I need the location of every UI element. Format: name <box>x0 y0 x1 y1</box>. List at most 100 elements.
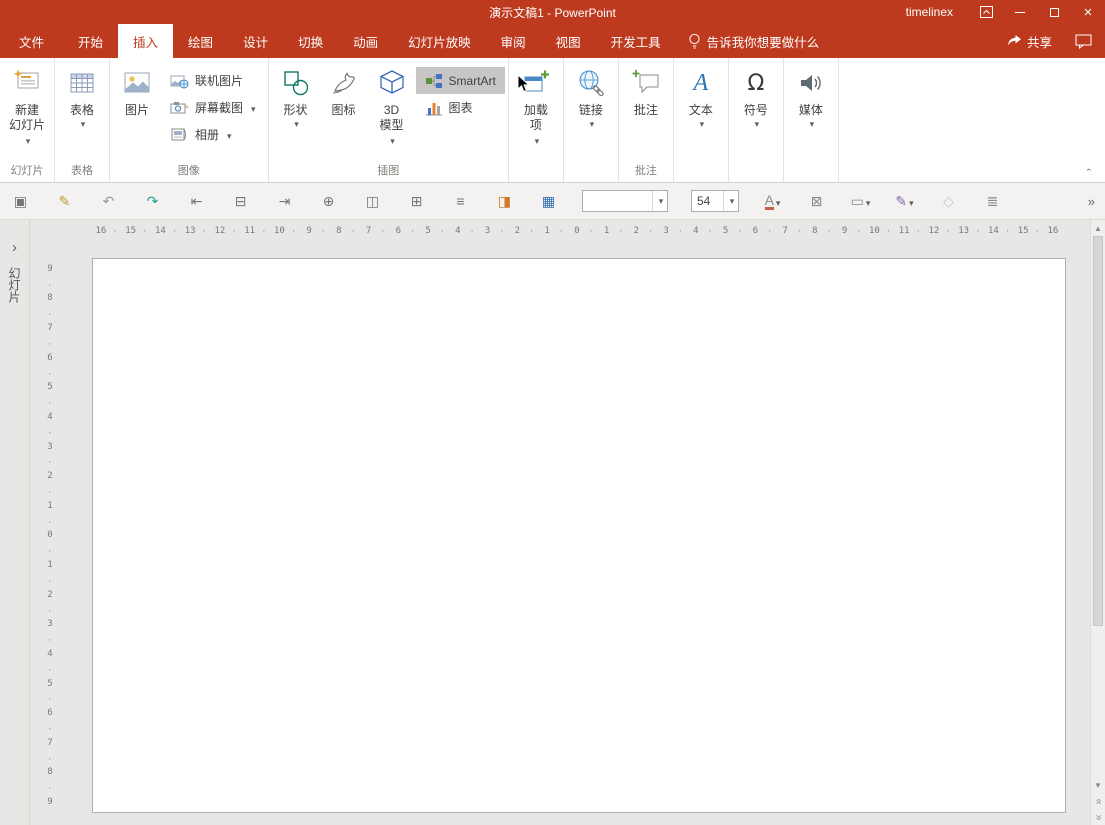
distribute-vertical-icon[interactable]: ⊞ <box>406 189 427 213</box>
titlebar: 演示文稿1 - PowerPoint timelinex × <box>0 0 1105 24</box>
font-color-icon[interactable]: A <box>762 189 783 213</box>
group-text: A 文本 <box>674 58 729 182</box>
redo-icon[interactable]: ↷ <box>142 189 163 213</box>
scroll-down-button[interactable]: ▼ <box>1091 777 1105 793</box>
table-tool-icon[interactable]: ▦ <box>538 189 559 213</box>
horizontal-ruler[interactable]: 1615141312111098765432101234567891011121… <box>86 220 1068 242</box>
tab-view[interactable]: 视图 <box>541 24 596 58</box>
online-pictures-button[interactable]: 联机图片 <box>161 67 265 94</box>
print-icon[interactable]: ⊟ <box>230 189 251 213</box>
icons-button[interactable]: 图标 <box>320 60 368 164</box>
minimize-button[interactable] <box>1003 0 1037 24</box>
group-links: 链接 <box>564 58 619 182</box>
text-button[interactable]: A 文本 <box>677 60 725 164</box>
screenshot-icon <box>170 102 189 114</box>
color-swap-icon[interactable]: ◨ <box>494 189 515 213</box>
chevron-down-icon <box>579 118 603 130</box>
distribute-horizontal-icon[interactable]: ◫ <box>362 189 383 213</box>
slide[interactable] <box>92 258 1066 813</box>
font-name-combobox[interactable] <box>582 190 668 212</box>
chevron-down-icon <box>689 118 713 130</box>
smartart-icon <box>425 73 442 88</box>
add-ins-icon <box>521 63 551 103</box>
ruler-number: 8 <box>800 226 831 237</box>
tab-review[interactable]: 审阅 <box>486 24 541 58</box>
share-button[interactable]: 共享 <box>996 24 1062 58</box>
group-label-tables: 表格 <box>71 165 93 177</box>
new-slide-icon <box>12 63 42 103</box>
vertical-scrollbar[interactable]: ▲ ▼ « » <box>1090 220 1105 825</box>
shapes-button[interactable]: 形状 <box>272 60 320 164</box>
equalizer-icon[interactable]: ≣ <box>982 189 1003 213</box>
tab-draw[interactable]: 绘图 <box>173 24 228 58</box>
expand-pane-icon[interactable]: › <box>12 240 17 255</box>
char-border-icon[interactable]: ⊠ <box>806 189 827 213</box>
3d-models-button[interactable]: 3D 模型 <box>368 60 416 164</box>
slides-pane-collapsed[interactable]: › 幻灯片 <box>0 220 30 825</box>
ruler-number: 6 <box>741 226 772 237</box>
smartart-button[interactable]: SmartArt <box>415 67 505 94</box>
close-button[interactable]: × <box>1071 0 1105 24</box>
photo-album-button[interactable]: 相册 <box>161 121 265 148</box>
media-button[interactable]: 媒体 <box>787 60 835 164</box>
chevron-down-icon <box>524 133 548 149</box>
textbox-style-icon[interactable]: ▭ <box>850 189 871 213</box>
chevron-down-icon <box>249 101 256 115</box>
tab-slideshow[interactable]: 幻灯片放映 <box>393 24 486 58</box>
collapse-ribbon-button[interactable]: ˆ <box>1087 167 1091 181</box>
new-comment-button[interactable]: 批注 <box>622 60 670 164</box>
shape-effect-icon[interactable]: ◇ <box>938 189 959 213</box>
tab-animations[interactable]: 动画 <box>338 24 393 58</box>
chevron-down-icon <box>728 196 735 207</box>
chart-button[interactable]: 图表 <box>416 94 505 121</box>
tab-design[interactable]: 设计 <box>228 24 283 58</box>
ruler-number: 14 <box>146 226 177 237</box>
scrollbar-track[interactable] <box>1091 236 1105 777</box>
format-painter-icon[interactable]: ✎ <box>54 189 75 213</box>
new-slide-button[interactable]: 新建 幻灯片 <box>3 60 51 164</box>
align-right-icon[interactable]: ⇥ <box>274 189 295 213</box>
editing-canvas[interactable] <box>30 242 1090 825</box>
group-tables: 表格 表格 <box>55 58 110 182</box>
ruler-number: 3 <box>473 226 504 237</box>
tab-transitions[interactable]: 切换 <box>283 24 338 58</box>
ribbon-display-options-button[interactable] <box>969 0 1003 24</box>
tab-insert[interactable]: 插入 <box>118 24 174 58</box>
ruler-number: 16 <box>86 226 117 237</box>
tell-me-box[interactable]: 告诉我你想要做什么 <box>676 24 832 58</box>
tab-file[interactable]: 文件 <box>0 24 63 58</box>
picture-button[interactable]: 图片 <box>113 60 161 164</box>
maximize-button[interactable] <box>1037 0 1071 24</box>
toolbar-overflow-button[interactable]: » <box>1088 194 1095 209</box>
ruler-number: 3 <box>651 226 682 237</box>
previous-slide-button[interactable]: « <box>1091 793 1105 809</box>
next-slide-button[interactable]: » <box>1091 809 1105 825</box>
link-button[interactable]: 链接 <box>567 60 615 164</box>
undo-icon[interactable]: ↶ <box>98 189 119 213</box>
scrollbar-thumb[interactable] <box>1093 236 1103 626</box>
rotate-icon[interactable]: ⊕ <box>318 189 339 213</box>
textbox-tool-icon[interactable]: ▣ <box>10 189 31 213</box>
symbols-button[interactable]: Ω 符号 <box>732 60 780 164</box>
font-size-combobox[interactable]: 54 <box>691 190 739 212</box>
screenshot-button[interactable]: 屏幕截图 <box>161 94 265 121</box>
group-label-text <box>674 164 728 182</box>
tab-home[interactable]: 开始 <box>63 24 118 58</box>
font-size-value: 54 <box>697 194 711 208</box>
scroll-up-button[interactable]: ▲ <box>1091 220 1105 236</box>
ink-color-icon[interactable]: ✎ <box>894 189 915 213</box>
ruler-number: 14 <box>979 226 1010 237</box>
align-center-icon[interactable]: ≡ <box>450 189 471 213</box>
ruler-number: 15 <box>1008 226 1040 237</box>
ruler-number: 5 <box>413 226 444 237</box>
align-left-icon[interactable]: ⇤ <box>186 189 207 213</box>
ruler-number: 6 <box>384 226 415 237</box>
add-ins-button[interactable]: 加载 项 <box>512 60 560 164</box>
feedback-button[interactable] <box>1062 24 1105 58</box>
table-button[interactable]: 表格 <box>58 60 106 164</box>
group-label-links <box>564 164 618 182</box>
ruler-number: 12 <box>205 226 236 237</box>
chevron-down-icon <box>744 118 768 130</box>
tab-developer[interactable]: 开发工具 <box>596 24 676 58</box>
share-label: 共享 <box>1026 35 1052 50</box>
